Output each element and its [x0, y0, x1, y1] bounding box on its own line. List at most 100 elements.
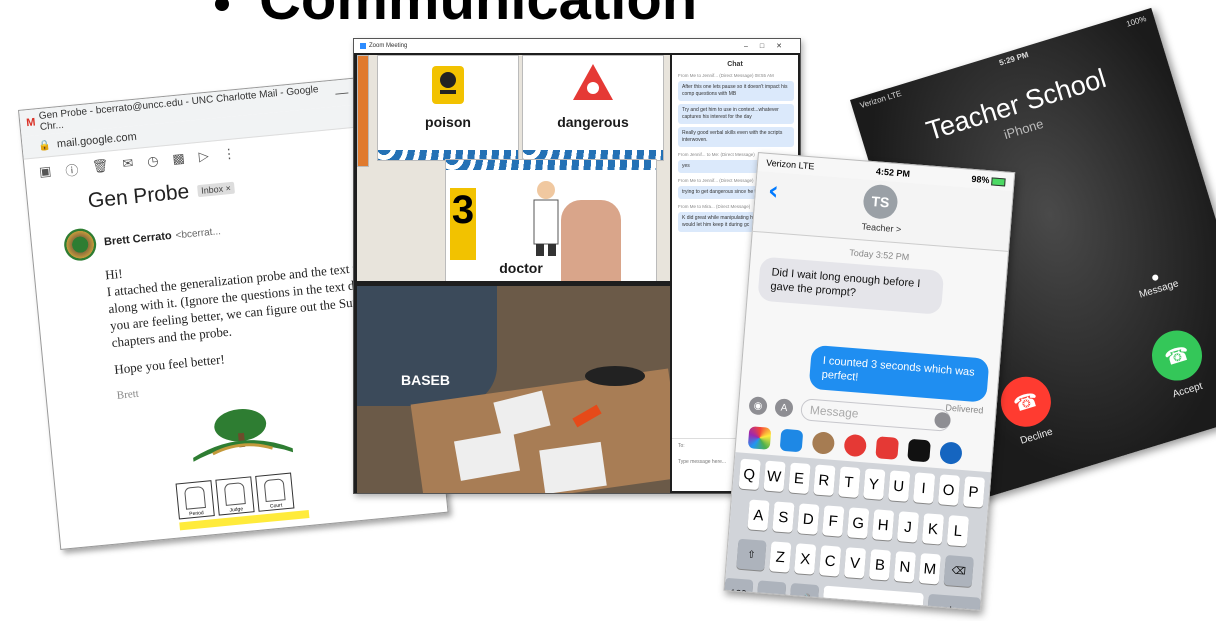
appstore-app-icon[interactable] [779, 428, 804, 453]
bullet-icon [215, 0, 229, 11]
report-icon[interactable]: ⓘ [64, 159, 79, 179]
phone-icon: ☎ [1145, 324, 1209, 387]
powerpoint-icon: P [182, 545, 199, 550]
emoji-icon[interactable]: ☺ [756, 580, 787, 611]
key[interactable]: Q [738, 458, 761, 491]
key[interactable]: S [772, 501, 795, 533]
hang-up-icon: ☎ [994, 370, 1058, 433]
window-controls[interactable]: –□✕ [744, 42, 794, 50]
music-app-icon[interactable] [875, 436, 899, 460]
snooze-icon[interactable]: ◷ [147, 153, 160, 170]
move-icon[interactable]: ▩ [172, 150, 186, 167]
card-poison: poison [377, 55, 519, 161]
key[interactable]: D [797, 503, 820, 535]
search-app-icon[interactable] [843, 433, 868, 458]
carrier: Verizon LTE [858, 88, 903, 110]
key[interactable]: T [837, 466, 861, 498]
sender-name-text: Brett Cerrato [103, 229, 173, 249]
key[interactable]: Z [769, 541, 792, 573]
shirt-text: BASEB [401, 372, 451, 388]
lock-icon: 🔒 [38, 139, 52, 152]
card-label: Judge [229, 506, 244, 514]
card-label: poison [425, 114, 471, 130]
key[interactable]: I [912, 472, 935, 504]
zoom-titlebar: Zoom Meeting –□✕ [354, 39, 800, 53]
school-logo [178, 398, 303, 469]
chat-meta: From Me to Jennif... (Direct Message) 08… [678, 73, 774, 78]
space-key[interactable]: space [821, 585, 924, 611]
card-number: 3 [450, 188, 476, 260]
card-label: Court [269, 502, 283, 510]
shift-icon[interactable]: ⇧ [736, 538, 767, 571]
key[interactable]: E [787, 462, 811, 494]
inbox-label[interactable]: Inbox × [196, 181, 236, 198]
card-court: Court [255, 472, 295, 512]
key[interactable]: A [747, 499, 770, 531]
chat-message: Really good verbal skills even with the … [678, 127, 794, 147]
key[interactable]: M [918, 553, 941, 585]
backspace-icon[interactable]: ⌫ [943, 554, 974, 588]
key[interactable]: N [893, 551, 917, 583]
back-icon[interactable]: ‹ [767, 176, 780, 207]
accept-label: Accept [1171, 380, 1204, 401]
return-key[interactable]: return [926, 593, 981, 611]
slide-title: Communication [215, 0, 697, 33]
key[interactable]: C [818, 545, 842, 577]
messages-screen: Verizon LTE 4:52 PM 98% ‹ TS Teacher > T… [723, 152, 1016, 611]
sender-name: Brett Cerrato <bcerrat... [104, 225, 222, 248]
key[interactable]: P [962, 476, 985, 508]
key[interactable]: R [812, 464, 836, 496]
key[interactable]: V [843, 547, 867, 579]
contact-avatar[interactable]: TS [862, 183, 899, 221]
key[interactable]: U [887, 470, 910, 502]
incoming-bubble: Did I wait long enough before I gave the… [757, 256, 945, 315]
key[interactable]: H [871, 509, 895, 541]
message-option[interactable]: ● Message [1124, 260, 1189, 303]
more-icon[interactable]: ⋮ [222, 145, 236, 162]
greeting: Hi! [104, 265, 124, 283]
zoom-window-title: Zoom Meeting [369, 43, 408, 49]
camera-icon[interactable]: ◉ [748, 396, 768, 416]
avatar [62, 227, 98, 263]
slide-title-text: Communication [259, 0, 697, 32]
card-dangerous: dangerous [522, 55, 664, 161]
battery-icon [991, 177, 1006, 187]
photos-app-icon[interactable] [747, 426, 772, 450]
delete-icon[interactable]: 🗑 [91, 158, 109, 176]
key[interactable]: Y [862, 468, 885, 500]
key[interactable]: F [822, 505, 845, 537]
label-icon[interactable]: ▷ [198, 148, 209, 165]
card-period: Period [175, 480, 215, 520]
app-store-icon[interactable]: A [774, 398, 794, 418]
battery: 100% [1125, 13, 1148, 29]
mark-unread-icon[interactable]: ✉ [122, 155, 134, 172]
numbers-key[interactable]: 123 [723, 577, 754, 610]
archive-icon[interactable]: ▣ [38, 163, 52, 180]
card-doctor: 3 doctor [445, 159, 657, 281]
key[interactable]: L [946, 515, 970, 547]
keyboard: Q W E R T Y U I O P A S D F G H J K L ⇧ … [723, 452, 991, 611]
url-text: mail.google.com [56, 130, 138, 151]
zoom-window: Zoom Meeting –□✕ poison dangerous 3 doct… [353, 38, 801, 494]
key[interactable]: G [847, 507, 870, 539]
dictation-icon[interactable]: 🎤 [788, 582, 820, 611]
heart-app-icon[interactable] [907, 438, 931, 463]
key[interactable]: O [937, 474, 960, 506]
chat-header: Chat [727, 61, 743, 68]
carrier: Verizon LTE [765, 157, 815, 172]
key[interactable]: W [762, 460, 786, 493]
chat-message: Try and get him to use in context...what… [678, 104, 794, 124]
gmail-logo-icon: M [25, 116, 37, 130]
battery: 98% [971, 173, 990, 186]
memoji-app-icon[interactable] [811, 431, 836, 455]
key[interactable]: J [896, 511, 920, 543]
attachment-chip[interactable]: P Baseline Generaliz... [181, 535, 297, 550]
key[interactable]: K [921, 513, 945, 545]
more-app-icon[interactable] [939, 441, 963, 465]
decline-label: Decline [1019, 426, 1055, 447]
key[interactable]: X [794, 543, 817, 575]
key[interactable]: B [868, 549, 892, 581]
minimize-icon[interactable]: — [328, 84, 355, 102]
sender-email: <bcerrat... [175, 226, 222, 242]
accept-button[interactable]: ☎ Accept [1136, 321, 1216, 406]
